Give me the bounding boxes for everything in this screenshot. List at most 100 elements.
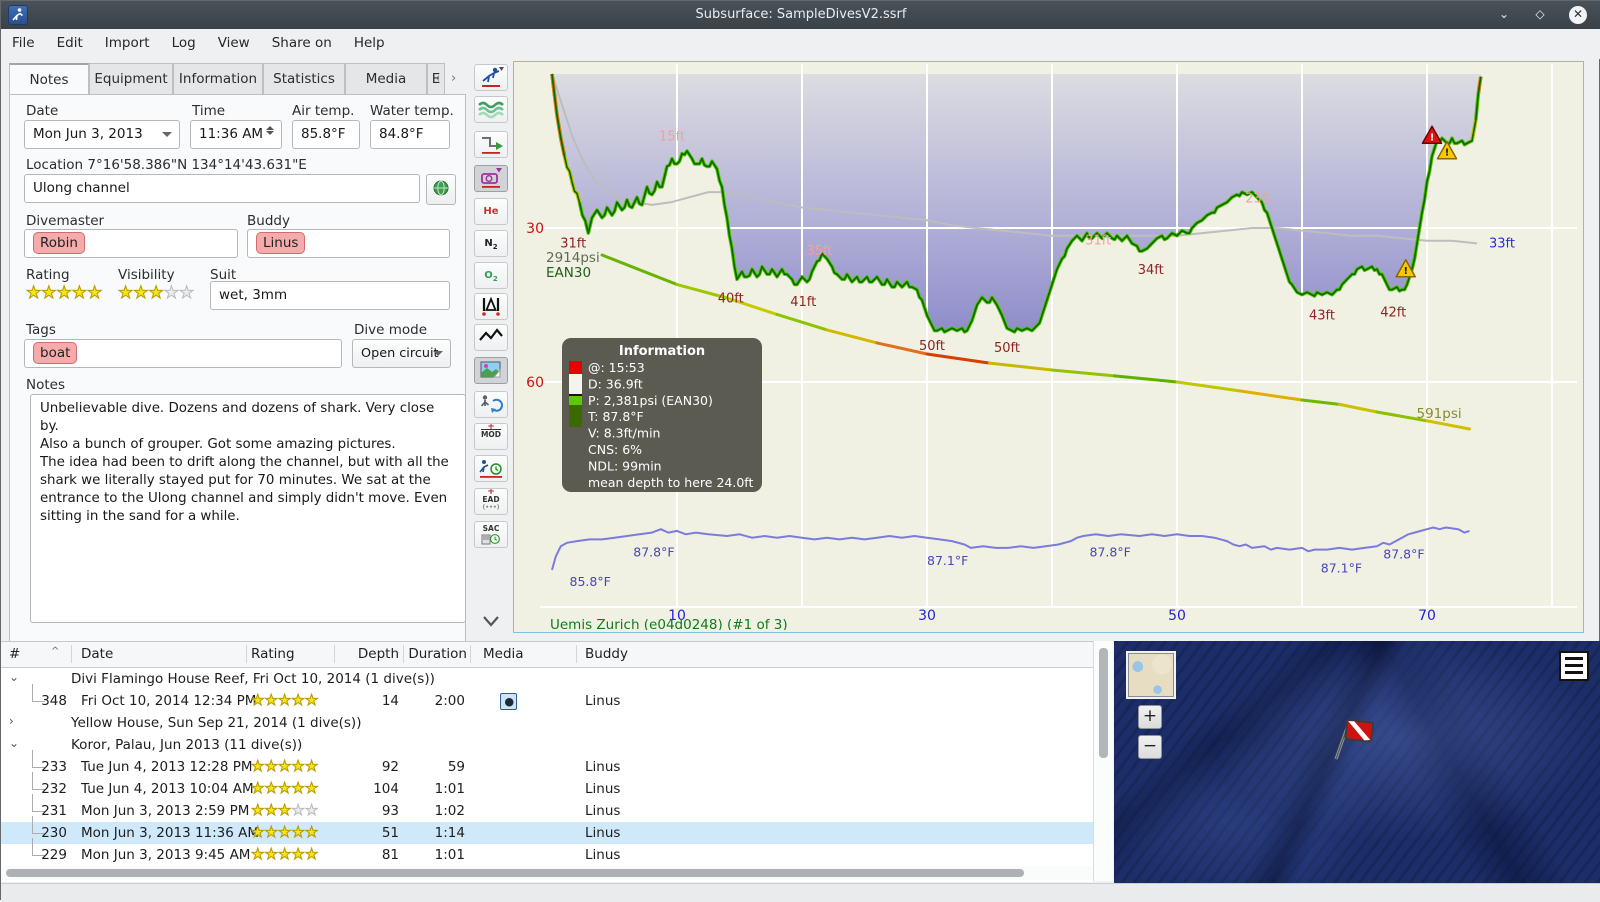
expand-caret-icon[interactable]: ›: [9, 714, 14, 728]
column-header-num[interactable]: #: [9, 646, 20, 662]
air-temp-input[interactable]: 85.8°F: [292, 120, 360, 149]
phe-graph-icon[interactable]: He: [474, 198, 508, 225]
trip-label: Divi Flamingo House Reef, Fri Oct 10, 20…: [71, 671, 435, 687]
trip-row[interactable]: ›Yellow House, Sun Sep 21, 2014 (1 dive(…: [1, 712, 1093, 734]
trip-row[interactable]: ⌄Koror, Palau, Jun 2013 (11 dive(s)): [1, 734, 1093, 756]
column-header-buddy[interactable]: Buddy: [585, 646, 628, 662]
water-temp-input[interactable]: 84.8°F: [370, 120, 450, 149]
dive-row[interactable]: 230Mon Jun 3, 2013 11:36 AM★★★★★511:14Li…: [1, 822, 1093, 844]
svg-text:2914psi: 2914psi: [546, 250, 600, 266]
dive-depth: 51: [336, 825, 399, 841]
column-header-depth[interactable]: Depth: [336, 646, 399, 662]
map-globe-button[interactable]: [426, 174, 456, 205]
dive-mode-select[interactable]: Open circuit: [352, 339, 451, 368]
rating-stars[interactable]: ★★★★★: [26, 284, 102, 302]
minimize-button[interactable]: ⌄: [1495, 6, 1513, 24]
star-filled-icon: ★: [251, 801, 264, 819]
star-empty-icon: ★: [291, 801, 304, 819]
maximize-button[interactable]: ◇: [1531, 6, 1549, 24]
collapse-caret-icon[interactable]: ⌄: [9, 736, 19, 750]
svg-text:P: 2,381psi (EAN30): P: 2,381psi (EAN30): [588, 393, 713, 408]
menu-item-share-on[interactable]: Share on: [261, 29, 343, 51]
buddy-input[interactable]: Linus: [247, 229, 450, 258]
date-input[interactable]: Mon Jun 3, 2013: [24, 120, 180, 149]
column-header-rating[interactable]: Rating: [251, 646, 295, 662]
dive-row[interactable]: 229Mon Jun 3, 2013 9:45 AM★★★★★811:01Lin…: [1, 844, 1093, 866]
dive-list-vertical-scrollbar[interactable]: [1093, 641, 1113, 881]
photos-icon[interactable]: [474, 357, 508, 384]
tab-scroll-left[interactable]: ‹: [435, 71, 440, 86]
ndl-tts-icon[interactable]: [474, 455, 508, 482]
dive-row[interactable]: 233Tue Jun 4, 2013 12:28 PM★★★★★9259Linu…: [1, 756, 1093, 778]
tab-media[interactable]: Media: [345, 63, 427, 94]
dive-row[interactable]: 231Mon Jun 3, 2013 2:59 PM★★★★★931:02Lin…: [1, 800, 1093, 822]
menu-item-import[interactable]: Import: [94, 29, 161, 51]
sac-rate-icon[interactable]: SAC: [474, 521, 508, 548]
map-zoom-in-button[interactable]: +: [1138, 705, 1162, 729]
dive-list-horizontal-scrollbar[interactable]: [1, 866, 1093, 880]
dive-buddy: Linus: [585, 803, 620, 819]
svg-text:EAN30: EAN30: [546, 265, 591, 281]
tags-input[interactable]: boat: [24, 339, 342, 368]
dive-depth: 93: [336, 803, 399, 819]
dive-buddy: Linus: [585, 781, 620, 797]
menu-item-help[interactable]: Help: [343, 29, 396, 51]
close-button[interactable]: ✕: [1569, 6, 1587, 24]
dive-flag-marker[interactable]: [1326, 713, 1386, 765]
tab-scroll-right[interactable]: ›: [451, 71, 456, 86]
mod-toggle-icon[interactable]: +MOD: [474, 423, 508, 450]
svg-text:@: 15:53: @: 15:53: [588, 360, 645, 375]
map-menu-button[interactable]: [1559, 651, 1589, 681]
collapse-caret-icon[interactable]: ⌄: [9, 670, 19, 684]
po2-graph-icon[interactable]: O2: [474, 262, 508, 289]
time-spinner[interactable]: [266, 125, 276, 136]
notes-textarea[interactable]: [30, 394, 466, 623]
star-filled-icon: ★: [87, 283, 102, 303]
menu-item-view[interactable]: View: [207, 29, 261, 51]
column-header-media[interactable]: Media: [483, 646, 524, 662]
dc-ceiling-icon[interactable]: [474, 131, 508, 158]
divemaster-tag[interactable]: Robin: [33, 232, 85, 254]
heart-rate-icon[interactable]: [474, 324, 508, 351]
svg-text:T: 87.8°F: T: 87.8°F: [587, 409, 644, 424]
gas-switch-icon[interactable]: [474, 391, 508, 418]
trip-row[interactable]: ⌄ Divi Flamingo House Reef, Fri Oct 10, 2…: [1, 668, 1093, 690]
menu-item-log[interactable]: Log: [161, 29, 207, 51]
dive-depth: 104: [336, 781, 399, 797]
media-photo-icon[interactable]: [500, 693, 517, 710]
dive-row[interactable]: 232Tue Jun 4, 2013 10:04 AM★★★★★1041:01L…: [1, 778, 1093, 800]
time-input[interactable]: 11:36 AM: [190, 120, 282, 149]
map-zoom-out-button[interactable]: −: [1138, 735, 1162, 759]
overview-minimap[interactable]: [1128, 653, 1174, 697]
collapse-chevron-icon[interactable]: [474, 609, 508, 636]
water-waves-icon[interactable]: [474, 96, 508, 123]
ead-toggle-icon[interactable]: +EAD(•••): [474, 488, 508, 515]
svg-text:Uemis Zurich (e04d0248) (#1 of: Uemis Zurich (e04d0248) (#1 of 3): [550, 617, 788, 630]
star-filled-icon: ★: [264, 823, 277, 841]
map-panel[interactable]: + −: [1114, 641, 1600, 883]
dive-rating-stars: ★★★★★: [251, 845, 318, 863]
star-filled-icon: ★: [118, 283, 133, 303]
divemaster-input[interactable]: Robin: [24, 229, 238, 258]
tab-statistics[interactable]: Statistics: [263, 63, 345, 94]
location-input[interactable]: Ulong channel: [24, 174, 420, 203]
calculated-ceiling-icon[interactable]: [474, 165, 508, 192]
dive-profile-chart[interactable]: 33ft2914psiEAN30591psi85.8°F87.8°F87.1°F…: [513, 61, 1584, 633]
suit-input[interactable]: wet, 3mm: [210, 281, 450, 310]
column-header-date[interactable]: Date: [81, 646, 113, 662]
sort-ascending-icon[interactable]: ^: [51, 646, 59, 657]
tab-information[interactable]: Information: [173, 63, 263, 94]
tag-chip[interactable]: boat: [33, 342, 77, 364]
tab-equipment[interactable]: Equipment: [89, 63, 173, 94]
column-header-duration[interactable]: Duration: [403, 646, 467, 662]
mod-marker-icon[interactable]: [474, 293, 508, 320]
pn2-graph-icon[interactable]: N2: [474, 230, 508, 257]
svg-text:43ft: 43ft: [1309, 308, 1335, 323]
dive-row[interactable]: 348Fri Oct 10, 2014 12:34 PM★★★★★142:00L…: [1, 690, 1093, 712]
menu-item-edit[interactable]: Edit: [46, 29, 94, 51]
buddy-tag[interactable]: Linus: [256, 232, 305, 254]
dive-events-icon[interactable]: [474, 64, 508, 91]
visibility-stars[interactable]: ★★★★★: [118, 284, 194, 302]
menu-item-file[interactable]: File: [1, 29, 46, 51]
tab-notes[interactable]: Notes: [9, 63, 89, 96]
